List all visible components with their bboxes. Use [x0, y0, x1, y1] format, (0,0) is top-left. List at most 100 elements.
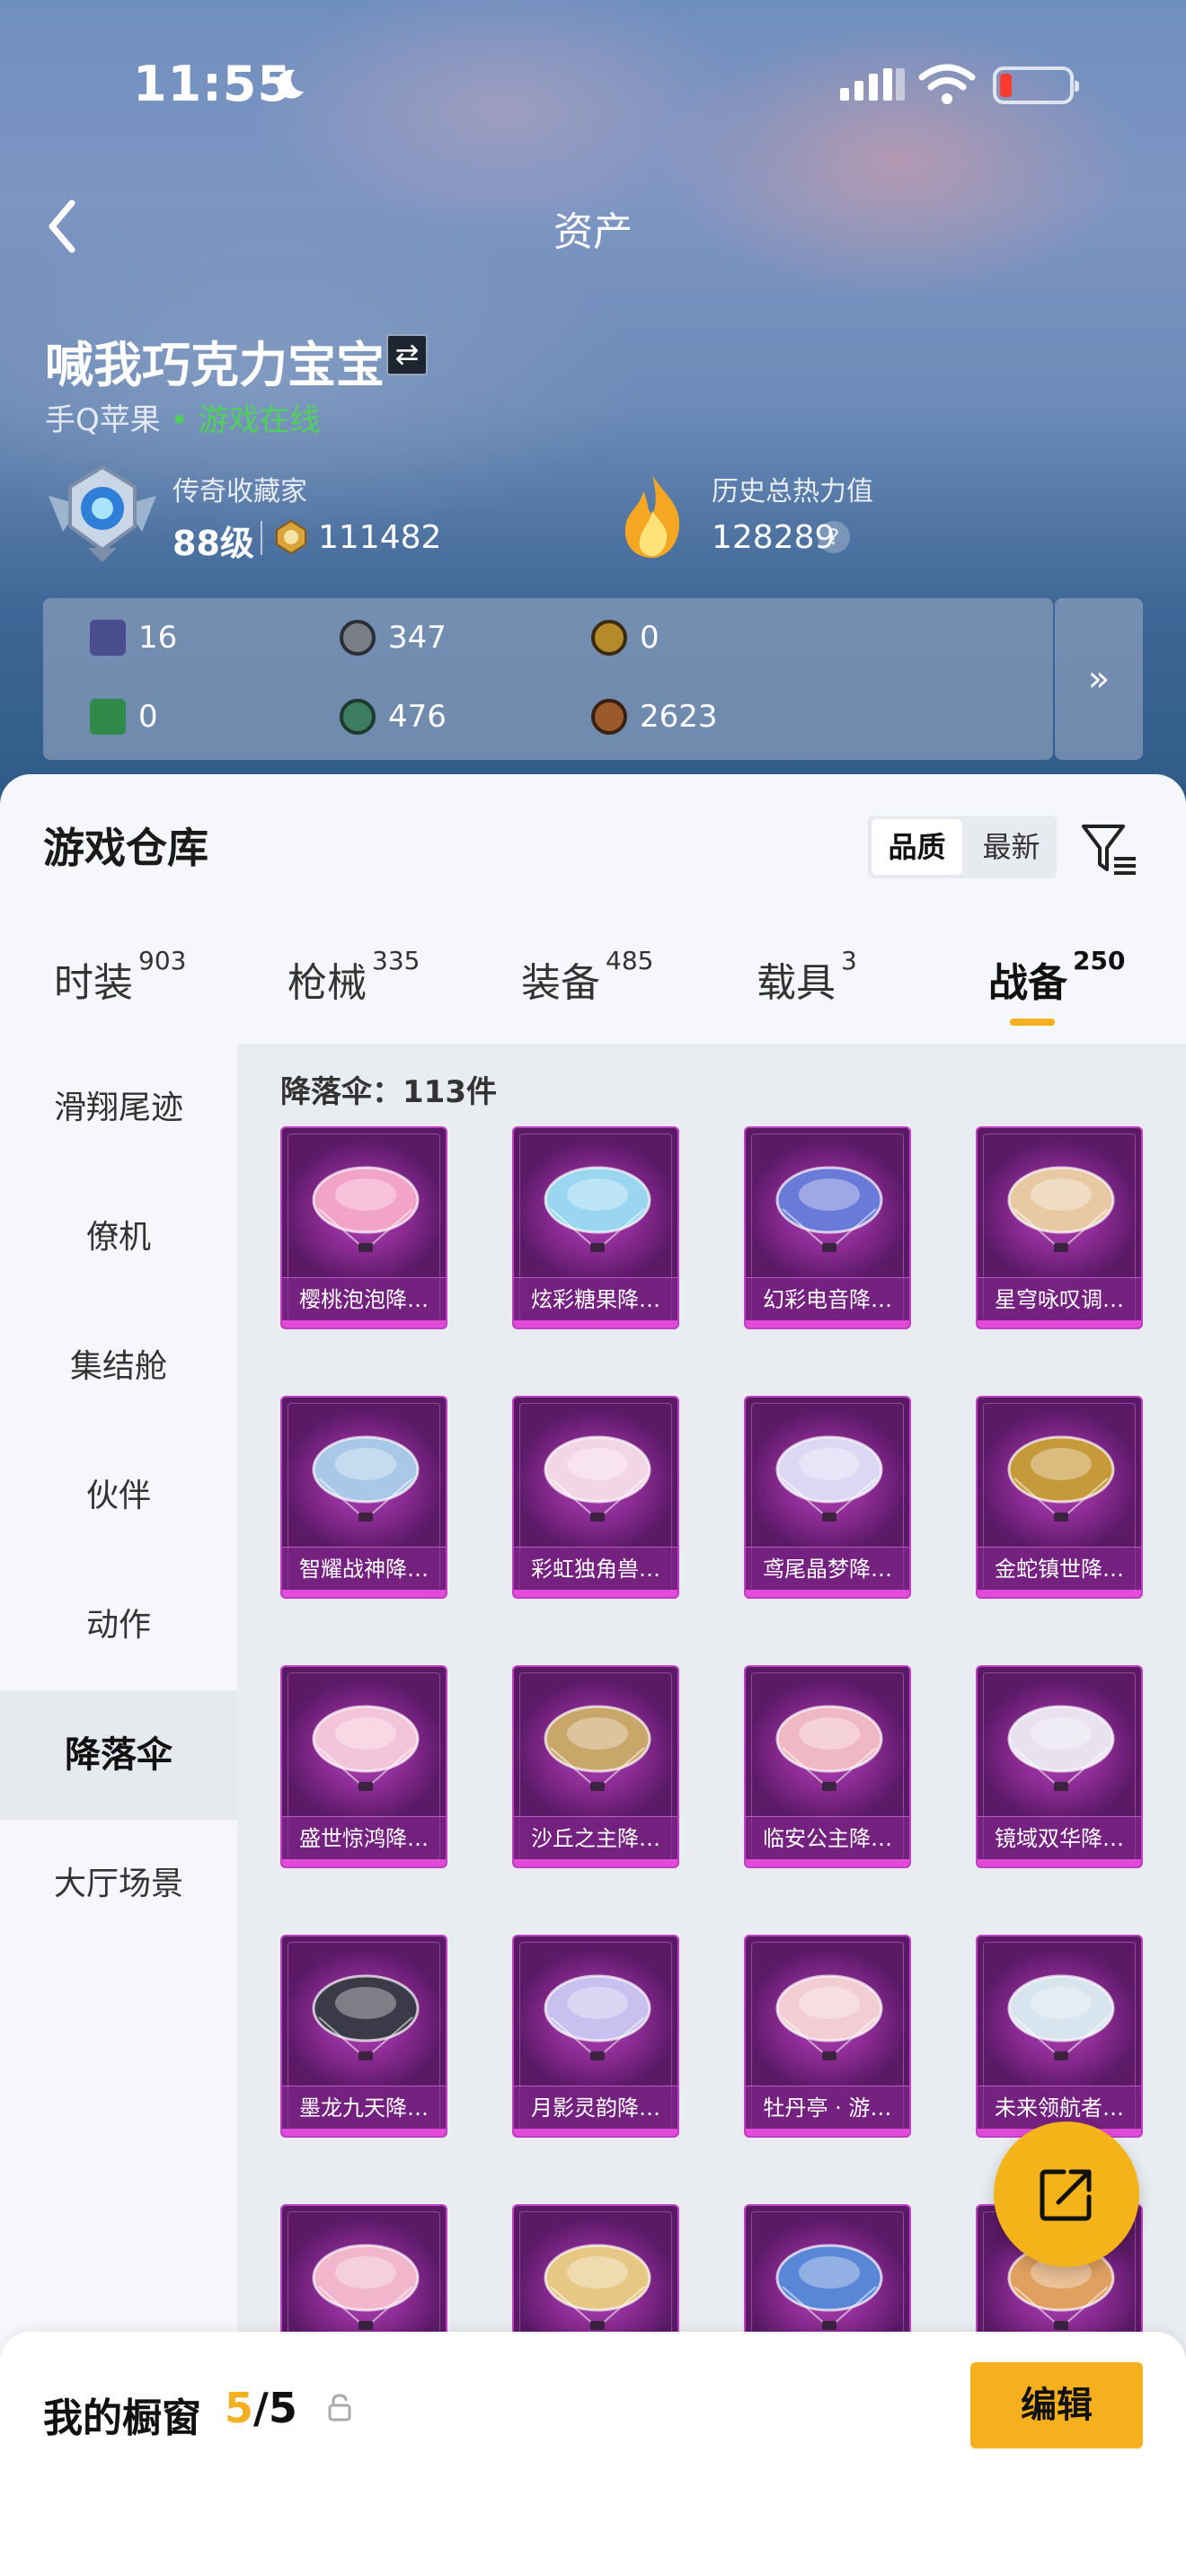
tab-label: 载具 [757, 960, 836, 1006]
parachute-item-card[interactable]: 智耀战神降… [280, 1396, 447, 1599]
green-card-icon [90, 699, 126, 735]
sort-quality-button[interactable]: 品质 [872, 819, 962, 875]
quality-bar [978, 1859, 1141, 1866]
quality-bar [746, 1859, 909, 1866]
showcase-title: 我的橱窗 [43, 2395, 201, 2441]
item-name: 星穹咏叹调… [978, 1277, 1141, 1320]
tab-vehicles[interactable]: 载具 3 [757, 946, 857, 1008]
sort-toggle: 品质 最新 [868, 816, 1057, 878]
currency-item: 347 [340, 620, 447, 656]
parachute-icon [775, 1435, 883, 1522]
quality-bar [514, 2129, 677, 2136]
parachute-icon [544, 1705, 651, 1791]
item-count-label: 降落伞：113件 [280, 1074, 497, 1110]
parachute-item-card[interactable]: 月影灵韵降… [512, 1935, 679, 2138]
lock-icon [328, 2394, 351, 2422]
parachute-item-card[interactable]: 盛世惊鸿降… [280, 1665, 447, 1868]
sidebar-item-assembly-pod[interactable]: 集结舱 [0, 1302, 237, 1432]
sidebar-item-lobby-scene[interactable]: 大厅场景 [0, 1820, 237, 1949]
parachute-icon [312, 1974, 420, 2060]
item-name: 沙丘之主降… [514, 1816, 677, 1859]
item-name: 金蛇镇世降… [978, 1547, 1141, 1590]
moon-icon [277, 69, 304, 99]
tab-count: 3 [841, 946, 857, 976]
tab-count: 335 [372, 946, 420, 976]
tab-label: 枪械 [288, 960, 367, 1006]
parachute-item-card[interactable]: 幻彩电音降… [744, 1126, 911, 1329]
tab-count: 485 [606, 946, 654, 976]
rank-emblem-icon [49, 464, 156, 562]
wifi-icon [918, 64, 976, 104]
item-name: 智耀战神降… [282, 1547, 446, 1590]
sidebar-item-parachute[interactable]: 降落伞 [0, 1690, 237, 1820]
currency-value: 476 [388, 699, 447, 735]
parachute-item-card[interactable]: 樱桃泡泡降… [280, 1126, 447, 1329]
parachute-icon [544, 2244, 651, 2330]
active-tab-indicator [1010, 1019, 1055, 1026]
item-name: 彩虹独角兽… [514, 1547, 677, 1590]
silver-coin-icon [340, 620, 376, 656]
tab-equipment[interactable]: 装备 485 [521, 946, 653, 1008]
help-icon[interactable]: ? [818, 521, 850, 553]
flame-icon [624, 475, 680, 558]
quality-bar [746, 2129, 909, 2136]
item-name: 幻彩电音降… [746, 1277, 909, 1320]
points-value: 111482 [318, 519, 442, 556]
item-name: 镜域双华降… [978, 1816, 1141, 1859]
parachute-item-card[interactable]: 牡丹亭 · 游… [744, 1935, 911, 2138]
username: 喊我巧克力宝宝 [45, 337, 385, 393]
edit-showcase-button[interactable]: 编辑 [970, 2362, 1143, 2448]
rank-title: 传奇收藏家 [173, 476, 307, 507]
currency-value: 0 [138, 699, 158, 735]
quality-bar [282, 1320, 446, 1328]
divider [261, 521, 262, 555]
parachute-item-card[interactable]: 未来领航者… [976, 1935, 1143, 2138]
tab-count: 250 [1073, 946, 1126, 976]
quality-bar [282, 2129, 446, 2136]
tab-weapons[interactable]: 枪械 335 [288, 946, 420, 1008]
item-name: 鸢尾晶梦降… [746, 1547, 909, 1590]
parachute-icon [1007, 1705, 1115, 1791]
parachute-item-card[interactable]: 彩虹独角兽… [512, 1396, 679, 1599]
parachute-item-card[interactable]: 墨龙九天降… [280, 1935, 447, 2138]
quality-bar [282, 1859, 446, 1866]
level-value: 88级 [173, 524, 254, 563]
parachute-item-card[interactable]: 星穹咏叹调… [976, 1126, 1143, 1329]
switch-account-icon[interactable]: ⇄ [386, 334, 428, 375]
currency-value: 2623 [640, 699, 718, 735]
tab-label: 时装 [54, 960, 133, 1006]
quality-bar [978, 1320, 1141, 1328]
currency-item: 0 [90, 699, 158, 735]
tab-count: 903 [138, 946, 187, 976]
tab-label: 装备 [521, 960, 600, 1006]
battery-icon [993, 66, 1079, 104]
parachute-item-card[interactable]: 镜域双华降… [976, 1665, 1143, 1868]
sort-newest-button[interactable]: 最新 [966, 816, 1057, 878]
tab-gear[interactable]: 战备 250 [988, 946, 1125, 1008]
share-button[interactable] [994, 2122, 1139, 2267]
item-name: 牡丹亭 · 游… [746, 2086, 909, 2129]
currency-expand-button[interactable]: » [1055, 598, 1143, 760]
currency-panel [43, 598, 1053, 760]
parachute-item-card[interactable]: 金蛇镇世降… [976, 1396, 1143, 1599]
filter-icon[interactable] [1078, 817, 1141, 880]
currency-item: 0 [591, 620, 659, 656]
parachute-icon [544, 1974, 651, 2060]
parachute-item-card[interactable]: 鸢尾晶梦降… [744, 1396, 911, 1599]
page-title: 资产 [553, 209, 633, 255]
sidebar-item-wingman[interactable]: 僚机 [0, 1173, 237, 1302]
sidebar-item-emote[interactable]: 动作 [0, 1561, 237, 1690]
tab-fashion[interactable]: 时装 903 [54, 946, 186, 1008]
item-name: 月影灵韵降… [514, 2086, 677, 2129]
parachute-item-card[interactable]: 临安公主降… [744, 1665, 911, 1868]
share-icon [1040, 2169, 1092, 2221]
sidebar-item-glide-trail[interactable]: 滑翔尾迹 [0, 1044, 237, 1173]
sidebar-item-companion[interactable]: 伙伴 [0, 1432, 237, 1561]
currency-value: 347 [388, 620, 447, 656]
parachute-item-card[interactable]: 沙丘之主降… [512, 1665, 679, 1868]
parachute-icon [312, 1166, 420, 1252]
warehouse-sheet: 游戏仓库 品质 最新 时装 903 枪械 335 装备 485 载具 3 战备 250 滑… [0, 774, 1186, 2576]
parachute-icon [775, 1166, 883, 1252]
parachute-icon [1007, 1974, 1115, 2060]
parachute-item-card[interactable]: 炫彩糖果降… [512, 1126, 679, 1329]
